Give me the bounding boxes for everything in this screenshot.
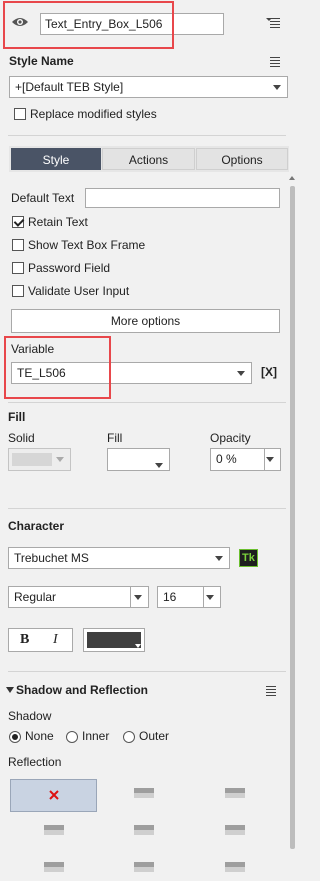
reflection-option-icon[interactable] — [134, 788, 154, 798]
scroll-up-icon[interactable] — [289, 176, 295, 180]
chevron-down-icon — [206, 595, 214, 600]
replace-modified-styles-checkbox[interactable] — [14, 108, 26, 120]
text-color-picker[interactable] — [83, 628, 145, 652]
font-family-value: Trebuchet MS — [14, 551, 89, 565]
chevron-down-icon — [135, 644, 141, 648]
divider — [8, 135, 286, 136]
font-size-dropdown-divider — [203, 587, 204, 607]
chevron-down-icon — [134, 595, 142, 600]
tab-style[interactable]: Style — [11, 148, 101, 170]
object-name-highlight — [3, 1, 174, 49]
font-family-select[interactable]: Trebuchet MS — [8, 547, 230, 569]
reflection-label: Reflection — [8, 755, 62, 769]
reflection-option-icon[interactable] — [44, 862, 64, 872]
shadow-outer-label: Outer — [139, 729, 170, 743]
default-text-label: Default Text — [11, 191, 75, 205]
bold-italic-group — [8, 628, 73, 652]
shadow-outer-radio[interactable] — [123, 731, 135, 743]
font-style-select[interactable]: Regular — [8, 586, 149, 608]
show-frame-checkbox[interactable] — [12, 239, 24, 251]
retain-text-label: Retain Text — [28, 215, 88, 229]
character-title: Character — [8, 519, 65, 533]
reflection-option-icon[interactable] — [225, 862, 245, 872]
password-field-checkbox[interactable] — [12, 262, 24, 274]
retain-text-checkbox[interactable] — [12, 216, 24, 228]
validate-input-label: Validate User Input — [28, 284, 130, 298]
fill-label: Fill — [107, 431, 123, 445]
fill-type-select[interactable] — [107, 448, 170, 471]
style-name-value: +[Default TEB Style] — [15, 80, 124, 94]
divider — [8, 402, 286, 403]
tab-actions[interactable]: Actions — [102, 148, 195, 170]
variable-highlight — [4, 336, 111, 399]
panel-menu-icon[interactable] — [266, 17, 280, 29]
opacity-label: Opacity — [210, 431, 251, 445]
shadow-reflection-title[interactable]: Shadow and Reflection — [16, 683, 148, 697]
password-field-label: Password Field — [28, 261, 111, 275]
style-menu-icon[interactable] — [266, 56, 280, 68]
validate-input-checkbox[interactable] — [12, 285, 24, 297]
font-style-dropdown-divider — [130, 587, 131, 607]
chevron-down-icon — [273, 85, 281, 90]
font-size-select[interactable]: 16 — [157, 586, 221, 608]
solid-color-picker[interactable] — [8, 448, 71, 471]
reflection-option-icon[interactable] — [225, 788, 245, 798]
divider — [8, 508, 286, 509]
tab-options[interactable]: Options — [196, 148, 288, 170]
default-text-input[interactable] — [85, 188, 280, 208]
shadow-label: Shadow — [8, 709, 52, 723]
chevron-down-icon — [155, 463, 163, 468]
opacity-dropdown-divider — [264, 449, 265, 470]
divider — [8, 671, 286, 672]
style-name-label: Style Name — [9, 54, 74, 68]
tk-font-icon[interactable]: Tk — [239, 549, 258, 567]
reflection-option-icon[interactable] — [225, 825, 245, 835]
chevron-down-icon — [215, 556, 223, 561]
replace-modified-styles-label: Replace modified styles — [30, 107, 157, 121]
clear-variable-icon[interactable]: [X] — [261, 365, 277, 379]
chevron-down-icon — [56, 457, 64, 462]
scrollbar-track[interactable] — [287, 172, 298, 881]
shadow-menu-icon[interactable] — [262, 685, 276, 697]
shadow-none-radio[interactable] — [9, 731, 21, 743]
opacity-select[interactable]: 0 % — [210, 448, 281, 471]
shadow-inner-radio[interactable] — [66, 731, 78, 743]
style-name-select[interactable]: +[Default TEB Style] — [9, 76, 288, 98]
solid-color-swatch — [12, 453, 52, 466]
chevron-down-icon — [237, 371, 245, 376]
tk-label: Tk — [242, 552, 255, 564]
bold-button[interactable]: B — [20, 632, 29, 648]
more-options-button[interactable]: More options — [11, 309, 280, 333]
opacity-value: 0 % — [216, 452, 237, 466]
show-frame-label: Show Text Box Frame — [28, 238, 146, 252]
solid-label: Solid — [8, 431, 35, 445]
reflection-option-icon[interactable] — [134, 862, 154, 872]
font-style-value: Regular — [14, 590, 57, 604]
no-reflection-icon — [49, 790, 59, 800]
collapse-triangle-icon[interactable] — [6, 687, 14, 693]
reflection-none-option[interactable] — [10, 779, 97, 812]
text-color-swatch — [87, 632, 141, 648]
fill-title: Fill — [8, 410, 26, 424]
font-size-value: 16 — [163, 590, 177, 604]
scrollbar-thumb[interactable] — [290, 186, 295, 849]
shadow-inner-label: Inner — [82, 729, 110, 743]
chevron-down-icon — [266, 457, 274, 462]
italic-button[interactable]: I — [53, 632, 58, 648]
shadow-none-label: None — [25, 729, 54, 743]
reflection-option-icon[interactable] — [134, 825, 154, 835]
reflection-option-icon[interactable] — [44, 825, 64, 835]
